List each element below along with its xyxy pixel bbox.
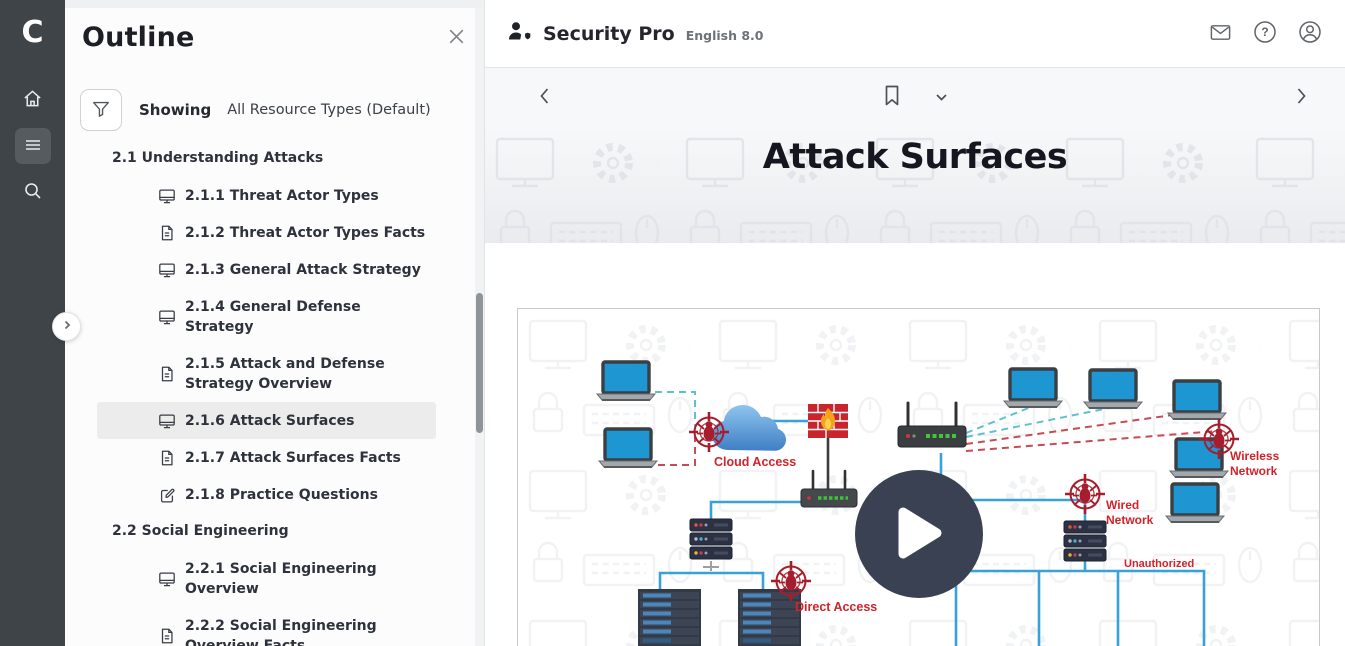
outline-item[interactable]: 2.1.1 Threat Actor Types xyxy=(97,177,436,214)
chevron-right-icon xyxy=(1294,94,1309,109)
wired-network-label: Network xyxy=(1106,513,1154,527)
video-lesson-icon xyxy=(158,570,176,588)
help-button[interactable]: ? xyxy=(1252,21,1278,47)
outline-item[interactable]: 2.1.5 Attack and Defense Strategy Overvi… xyxy=(97,345,436,402)
laptop-shape xyxy=(1084,370,1142,408)
home-icon xyxy=(22,88,43,112)
svg-text:?: ? xyxy=(1261,25,1268,39)
panel-collapse-toggle[interactable] xyxy=(52,312,81,341)
video-lesson-icon xyxy=(158,187,176,205)
course-person-shield-icon xyxy=(507,20,533,48)
app-logo[interactable]: C xyxy=(0,0,65,64)
outline-item[interactable]: 2.1.7 Attack Surfaces Facts xyxy=(97,439,436,476)
firewall-shape xyxy=(808,404,848,438)
account-button[interactable] xyxy=(1297,21,1323,47)
outline-item[interactable]: 2.1.4 General Defense Strategy xyxy=(97,288,436,345)
outline-item[interactable]: 2.2.2 Social Engineering Overview Facts xyxy=(97,607,436,646)
outline-panel: Outline Showing All Resource Types (Defa… xyxy=(65,0,485,646)
outline-item[interactable]: 2.1.8 Practice Questions xyxy=(97,476,436,513)
lesson-content: Cloud Access Direct Access Wired Network… xyxy=(485,308,1345,646)
app-window: C Outline xyxy=(0,0,1345,646)
video-lesson-icon xyxy=(158,308,176,326)
play-icon xyxy=(893,504,945,565)
bookmark-menu-button[interactable] xyxy=(929,84,954,111)
close-icon xyxy=(446,35,467,50)
video-player[interactable]: Cloud Access Direct Access Wired Network… xyxy=(517,308,1320,646)
unauthorized-server-shape xyxy=(1064,521,1106,561)
resource-filter-value[interactable]: All Resource Types (Default) xyxy=(227,102,430,118)
home-button[interactable] xyxy=(15,82,51,118)
scrollbar-thumb[interactable] xyxy=(476,293,483,433)
next-lesson-button[interactable] xyxy=(1288,80,1315,115)
practice-questions-icon xyxy=(158,486,176,504)
mail-icon xyxy=(1209,21,1232,47)
wireless-router-shape xyxy=(898,403,966,447)
outline-item[interactable]: 2.1.3 General Attack Strategy xyxy=(97,251,436,288)
lesson-navigation xyxy=(485,68,1345,127)
threat-bug-icon xyxy=(1065,474,1105,514)
document-icon xyxy=(158,627,176,645)
lesson-title: Attack Surfaces xyxy=(485,137,1345,177)
direct-access-label: Direct Access xyxy=(795,600,877,614)
course-header: Security Pro English 8.0 ? xyxy=(485,0,1345,68)
wireless-network-label: Network xyxy=(1230,464,1278,478)
lesson-banner: Attack Surfaces xyxy=(485,127,1345,243)
outline-item[interactable]: 2.1.2 Threat Actor Types Facts xyxy=(97,214,436,251)
document-icon xyxy=(158,224,176,242)
server-stack-shape xyxy=(690,519,732,559)
main-content: Security Pro English 8.0 ? xyxy=(485,0,1345,646)
outline-menu-button[interactable] xyxy=(15,128,51,164)
bookmark-icon xyxy=(883,96,901,111)
laptop-shape xyxy=(597,362,655,400)
search-icon xyxy=(23,181,43,204)
showing-label: Showing xyxy=(139,101,211,119)
outline-section[interactable]: 2.1 Understanding Attacks xyxy=(65,140,476,177)
laptop-shape xyxy=(1166,484,1224,522)
laptop-shape xyxy=(1004,369,1062,407)
filter-funnel-icon xyxy=(90,98,112,123)
filter-button[interactable] xyxy=(80,89,122,131)
outline-section[interactable]: 2.2 Social Engineering xyxy=(65,513,476,550)
help-icon: ? xyxy=(1253,20,1277,47)
server-rack-shape xyxy=(638,589,701,646)
unauthorized-label: Unauthorized xyxy=(1124,558,1194,570)
play-video-button[interactable] xyxy=(855,470,983,598)
wireless-network-label: Wireless xyxy=(1230,449,1280,463)
messages-button[interactable] xyxy=(1207,21,1233,47)
laptop-shape xyxy=(599,429,657,467)
panel-top-strip xyxy=(65,0,484,8)
video-lesson-icon xyxy=(158,412,176,430)
close-outline-button[interactable] xyxy=(442,24,470,52)
outline-item-current[interactable]: 2.1.6 Attack Surfaces xyxy=(97,402,436,439)
course-title: Security Pro xyxy=(543,23,675,45)
bookmark-button[interactable] xyxy=(877,78,907,117)
chevron-right-icon xyxy=(61,319,73,334)
outline-panel-title: Outline xyxy=(82,22,195,53)
menu-icon xyxy=(23,135,43,158)
course-language-version: English 8.0 xyxy=(686,28,764,43)
outline-item[interactable]: 2.2.1 Social Engineering Overview xyxy=(97,550,436,607)
document-icon xyxy=(158,449,176,467)
document-icon xyxy=(158,365,176,383)
chevron-down-icon xyxy=(935,90,948,105)
wired-network-label: Wired xyxy=(1106,498,1139,512)
account-icon xyxy=(1298,20,1322,47)
video-lesson-icon xyxy=(158,261,176,279)
cloud-access-label: Cloud Access xyxy=(714,455,796,469)
laptop-shape xyxy=(1168,381,1226,419)
search-button[interactable] xyxy=(15,174,51,210)
outline-scrollbar[interactable] xyxy=(475,8,484,646)
outline-list: 2.1 Understanding Attacks 2.1.1 Threat A… xyxy=(65,140,476,646)
